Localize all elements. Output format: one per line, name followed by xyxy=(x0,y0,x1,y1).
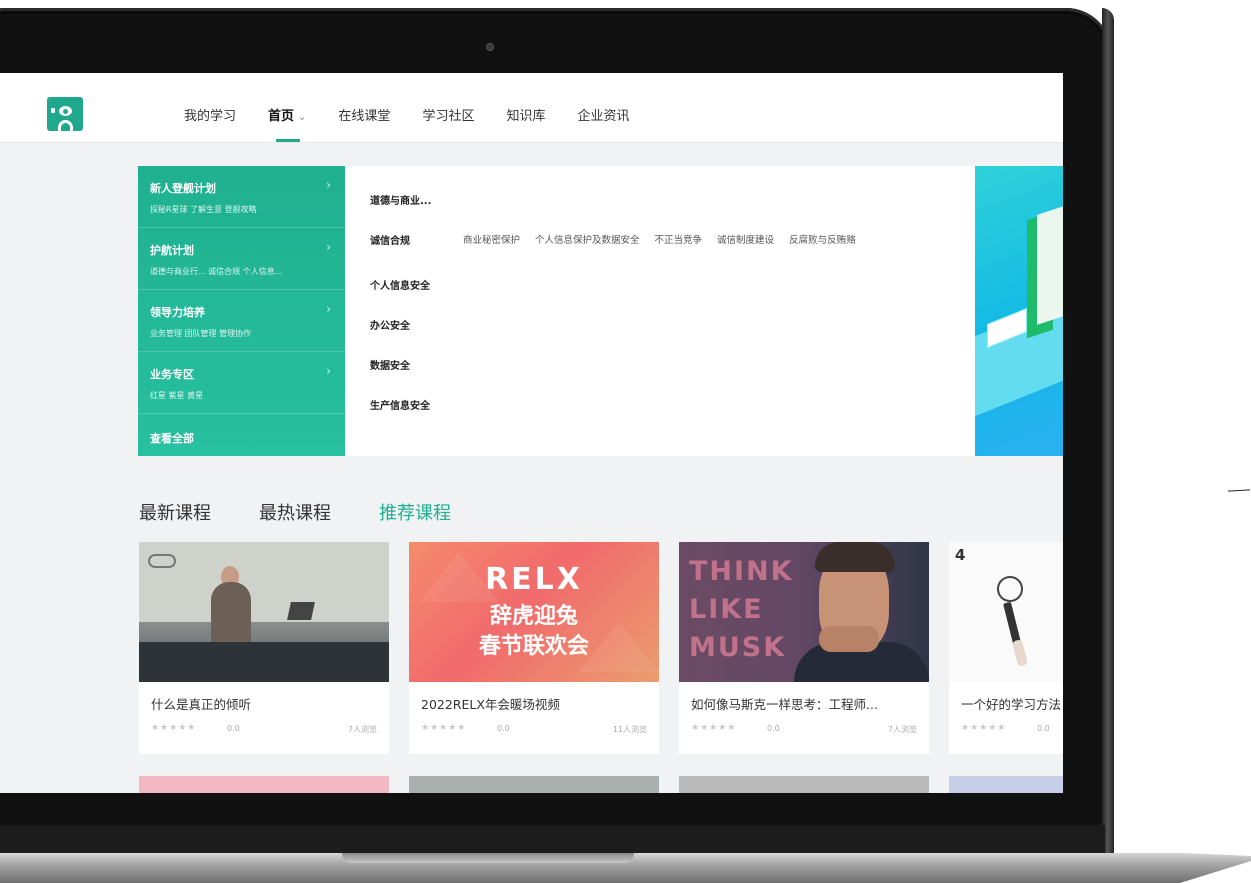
category-item[interactable]: 领导力培养 业务管理 团队管理 管理协作 › xyxy=(138,290,345,352)
nav-item-online-class[interactable]: 在线课堂 xyxy=(338,105,390,124)
chevron-down-icon: ⌄ xyxy=(298,112,307,123)
thumb-logo xyxy=(148,554,176,568)
thumb-subtitle: 春节联欢会 xyxy=(478,634,589,659)
submenu-row-label[interactable]: 办公安全 xyxy=(370,317,410,332)
category-title: 新人登舰计划 xyxy=(150,182,216,195)
chevron-right-icon: › xyxy=(326,364,331,378)
thumb-wall xyxy=(139,542,389,622)
view-all-label: 查看全部 xyxy=(150,432,194,445)
nav-item-community[interactable]: 学习社区 xyxy=(422,105,474,124)
logo-eye xyxy=(59,106,72,116)
course-card-preview[interactable] xyxy=(679,776,929,793)
course-thumbnail: THINK LIKE MUSK xyxy=(679,542,929,682)
thumb-audience xyxy=(139,642,389,682)
submenu-tag[interactable]: 反腐败与反贿赂 xyxy=(789,232,856,246)
laptop-chin xyxy=(0,825,1105,855)
rating-stars: ★★★★★ xyxy=(151,723,197,733)
main-nav: 我的学习 首页 ⌄ 在线课堂 学习社区 知识库 企业资讯 xyxy=(184,105,661,142)
course-card-preview[interactable] xyxy=(139,776,389,793)
view-all-link[interactable]: 查看全部 xyxy=(138,414,345,476)
banner-book xyxy=(1037,205,1063,325)
course-card-preview[interactable] xyxy=(949,776,1063,793)
chevron-right-icon: › xyxy=(326,240,331,254)
view-count: 11人浏览 xyxy=(612,725,647,734)
submenu-tags: 商业秘密保护 个人信息保护及数据安全 不正当竞争 诚信制度建设 反腐败与反贿赂 xyxy=(463,232,871,246)
category-item[interactable]: 业务专区 红星 紫星 黄星 › xyxy=(138,352,345,414)
rating-score: 0.0 xyxy=(767,724,780,733)
category-title: 业务专区 xyxy=(150,368,194,381)
camera-icon xyxy=(487,44,493,50)
category-title: 领导力培养 xyxy=(150,306,205,319)
submenu-tag[interactable]: 个人信息保护及数据安全 xyxy=(535,232,640,246)
course-title: 一个好的学习方法 xyxy=(961,697,1062,712)
rating-stars: ★★★★★ xyxy=(961,723,1007,733)
thumb-title: RELX xyxy=(485,562,583,597)
laptop-notch xyxy=(342,853,634,863)
course-thumbnail: RELX 辞虎迎兔 春节联欢会 xyxy=(409,542,659,682)
rating-stars: ★★★★★ xyxy=(691,723,737,733)
thumb-figure-hands xyxy=(819,626,879,652)
chevron-right-icon: › xyxy=(326,302,331,316)
submenu-tag[interactable]: 诚信制度建设 xyxy=(717,232,774,246)
course-card[interactable]: THINK LIKE MUSK 如何像马斯克一样思考：工程师... ★★★★★ … xyxy=(679,542,929,754)
course-card[interactable]: 什么是真正的倾听 ★★★★★ 0.0 7人浏览 xyxy=(139,542,389,754)
submenu-row-label[interactable]: 生产信息安全 xyxy=(370,397,430,412)
screen: 我的学习 首页 ⌄ 在线课堂 学习社区 知识库 企业资讯 新人登舰计划 探秘R星球… xyxy=(0,73,1063,793)
thumb-laptop xyxy=(287,602,315,620)
rating-score: 0.0 xyxy=(227,724,240,733)
submenu-row-label[interactable]: 诚信合规 xyxy=(370,232,410,247)
submenu-row-label[interactable]: 数据安全 xyxy=(370,357,410,372)
category-menu: 新人登舰计划 探秘R星球 了解生意 登舰攻略 › 护航计划 道德与商业行... … xyxy=(138,166,345,456)
view-count: 7人浏览 xyxy=(347,725,377,734)
category-subtitle: 红星 紫星 黄星 xyxy=(150,391,204,400)
course-thumbnail xyxy=(139,542,389,682)
submenu-header[interactable]: 道德与商业... xyxy=(370,192,431,207)
view-count: 7人浏览 xyxy=(887,725,917,734)
thumb-subtitle: 辞虎迎兔 xyxy=(489,604,578,629)
chevron-right-icon: › xyxy=(326,178,331,192)
thumb-hand xyxy=(1012,639,1028,667)
course-card[interactable]: 4 一个好的学习方法 ★★★★★ 0.0 xyxy=(949,542,1063,754)
promo-banner[interactable] xyxy=(975,166,1063,456)
nav-item-knowledge-base[interactable]: 知识库 xyxy=(506,105,545,124)
course-title: 如何像马斯克一样思考：工程师... xyxy=(691,697,878,712)
category-subtitle: 探秘R星球 了解生意 登舰攻略 xyxy=(150,205,257,214)
submenu-row-label[interactable]: 个人信息安全 xyxy=(370,277,430,292)
category-item[interactable]: 护航计划 道德与商业行... 诚信合规 个人信息... › xyxy=(138,228,345,290)
nav-item-company-news[interactable]: 企业资讯 xyxy=(577,105,629,124)
thumb-title: THINK xyxy=(689,556,794,587)
course-title: 什么是真正的倾听 xyxy=(151,697,252,712)
rating-stars: ★★★★★ xyxy=(421,723,467,733)
category-item[interactable]: 新人登舰计划 探秘R星球 了解生意 登舰攻略 › xyxy=(138,166,345,228)
nav-item-my-learning[interactable]: 我的学习 xyxy=(184,105,236,124)
course-card-preview[interactable] xyxy=(409,776,659,793)
course-tabs: 最新课程 最热课程 推荐课程 xyxy=(139,499,499,525)
decorative-stroke xyxy=(1227,489,1251,492)
nav-item-home[interactable]: 首页 ⌄ xyxy=(268,105,307,142)
brand-logo[interactable] xyxy=(47,97,83,131)
category-title: 护航计划 xyxy=(150,244,194,257)
thumb-number: 4 xyxy=(955,546,966,564)
tab-recommended[interactable]: 推荐课程 xyxy=(379,499,451,525)
course-card[interactable]: RELX 辞虎迎兔 春节联欢会 2022RELX年会暖场视频 ★★★★★ 0.0… xyxy=(409,542,659,754)
tab-latest[interactable]: 最新课程 xyxy=(139,499,211,525)
submenu-tag[interactable]: 商业秘密保护 xyxy=(463,232,520,246)
submenu-panel: 道德与商业... 诚信合规 商业秘密保护 个人信息保护及数据安全 不正当竞争 诚… xyxy=(345,166,975,456)
thumb-figure-hair xyxy=(815,542,895,572)
top-navigation: 我的学习 首页 ⌄ 在线课堂 学习社区 知识库 企业资讯 xyxy=(0,73,1063,143)
course-title: 2022RELX年会暖场视频 xyxy=(421,697,560,712)
tab-hottest[interactable]: 最热课程 xyxy=(259,499,331,525)
submenu-tag[interactable]: 不正当竞争 xyxy=(655,232,703,246)
thumb-title: LIKE xyxy=(689,594,764,625)
active-underline xyxy=(276,139,301,142)
category-subtitle: 业务管理 团队管理 管理协作 xyxy=(150,329,252,338)
logo-foot xyxy=(58,120,73,131)
logo-dot xyxy=(51,108,55,113)
rating-score: 0.0 xyxy=(1037,724,1050,733)
thumb-doodle xyxy=(997,576,1023,602)
rating-score: 0.0 xyxy=(497,724,510,733)
thumb-title: MUSK xyxy=(689,632,787,663)
course-thumbnail: 4 xyxy=(949,542,1063,682)
category-subtitle: 道德与商业行... 诚信合规 个人信息... xyxy=(150,267,283,276)
